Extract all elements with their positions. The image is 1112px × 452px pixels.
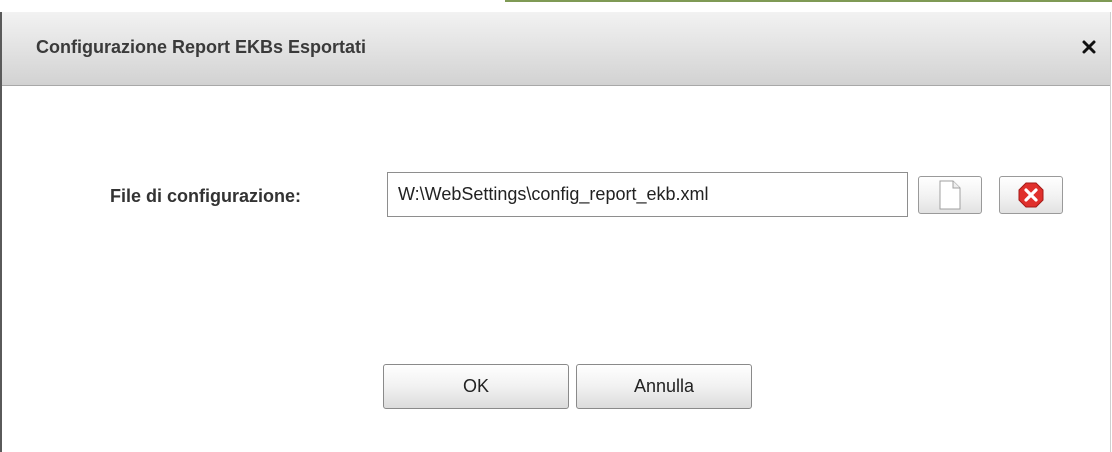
close-button[interactable]: [1076, 34, 1102, 60]
config-file-input[interactable]: [387, 172, 908, 217]
close-icon: [1082, 40, 1096, 54]
document-icon: [939, 180, 961, 210]
background-accent-line: [505, 0, 1112, 2]
background-strip: [0, 0, 1112, 12]
config-dialog: Configurazione Report EKBs Esportati Fil…: [0, 12, 1111, 452]
cancel-button[interactable]: Annulla: [576, 364, 752, 409]
remove-red-icon: [1018, 182, 1044, 208]
ok-button[interactable]: OK: [383, 364, 569, 409]
config-file-label: File di configurazione:: [110, 186, 302, 206]
config-file-row: File di configurazione:: [2, 172, 1110, 220]
clear-file-button[interactable]: [999, 176, 1063, 214]
dialog-title: Configurazione Report EKBs Esportati: [36, 37, 367, 57]
dialog-titlebar[interactable]: Configurazione Report EKBs Esportati: [2, 12, 1110, 86]
browse-file-button[interactable]: [918, 176, 982, 214]
